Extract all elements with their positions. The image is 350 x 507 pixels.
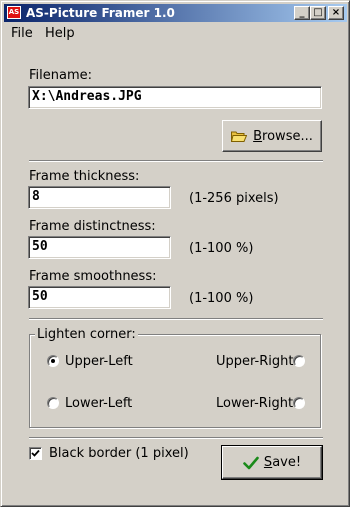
- browse-label: Browse...: [253, 128, 313, 144]
- frame-distinctness-hint: (1-100 %): [189, 241, 254, 256]
- radio-lower-left[interactable]: [47, 397, 59, 409]
- app-window: AS AS-Picture Framer 1.0 _ □ × File Help…: [0, 0, 350, 507]
- minimize-button[interactable]: _: [294, 6, 310, 20]
- app-logo-icon: AS: [7, 6, 21, 19]
- frame-smoothness-label: Frame smoothness:: [29, 269, 157, 284]
- save-button[interactable]: Save!: [221, 445, 323, 480]
- frame-smoothness-hint: (1-100 %): [189, 291, 254, 306]
- separator-bottom: [29, 437, 323, 439]
- menu-help[interactable]: Help: [45, 26, 75, 41]
- separator-middle: [29, 318, 323, 320]
- save-label: Save!: [263, 455, 302, 470]
- checkmark-icon: [31, 449, 40, 457]
- radio-upper-right[interactable]: [293, 355, 305, 367]
- separator-top: [29, 160, 323, 162]
- folder-icon: [230, 130, 248, 142]
- filename-input[interactable]: X:\Andreas.JPG: [28, 86, 322, 109]
- browse-button[interactable]: Browse...: [222, 120, 322, 152]
- lower-left-label[interactable]: Lower-Left: [65, 396, 132, 411]
- lighten-corner-legend: Lighten corner:: [35, 327, 138, 342]
- lower-right-label[interactable]: Lower-Right: [216, 396, 293, 411]
- black-border-label[interactable]: Black border (1 pixel): [49, 446, 189, 461]
- frame-distinctness-input[interactable]: 50: [28, 236, 171, 259]
- window-title: AS-Picture Framer 1.0: [26, 6, 175, 20]
- upper-right-label[interactable]: Upper-Right: [216, 354, 293, 369]
- close-button[interactable]: ×: [328, 6, 344, 20]
- menu-file[interactable]: File: [11, 26, 33, 41]
- frame-distinctness-label: Frame distinctness:: [29, 219, 156, 234]
- filename-label: Filename:: [29, 68, 93, 83]
- frame-smoothness-input[interactable]: 50: [28, 286, 171, 309]
- frame-thickness-input[interactable]: 8: [28, 186, 171, 209]
- frame-thickness-label: Frame thickness:: [29, 169, 140, 184]
- radio-upper-left[interactable]: [47, 355, 59, 367]
- save-checkmark-icon: [243, 456, 259, 470]
- upper-left-label[interactable]: Upper-Left: [65, 354, 133, 369]
- frame-thickness-hint: (1-256 pixels): [189, 191, 279, 206]
- maximize-button[interactable]: □: [310, 6, 326, 20]
- radio-lower-right[interactable]: [293, 397, 305, 409]
- menu-bar: File Help: [4, 23, 347, 42]
- lighten-corner-group: [29, 334, 321, 428]
- title-bar[interactable]: AS AS-Picture Framer 1.0 _ □ ×: [4, 4, 347, 22]
- black-border-checkbox[interactable]: [29, 447, 42, 460]
